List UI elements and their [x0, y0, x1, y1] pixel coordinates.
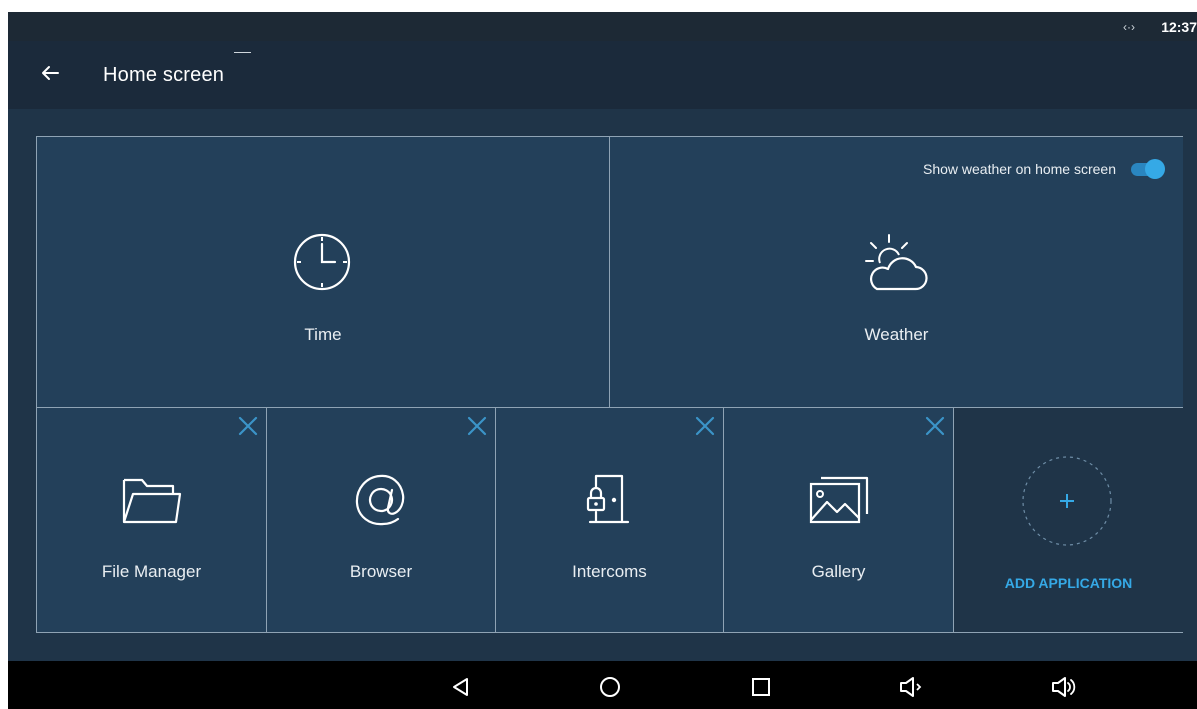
- app-tile-browser[interactable]: Browser: [267, 408, 496, 633]
- add-application-tile[interactable]: ADD APPLICATION: [954, 408, 1183, 633]
- close-icon[interactable]: [694, 415, 716, 437]
- recents-square-icon[interactable]: [748, 674, 774, 700]
- app-bar: Home screen: [8, 41, 1197, 109]
- close-icon[interactable]: [237, 415, 259, 437]
- weather-toggle-row: Show weather on home screen: [923, 159, 1165, 179]
- partly-cloudy-icon: [863, 231, 929, 295]
- page-title: Home screen: [103, 64, 225, 86]
- plus-icon: [1021, 455, 1113, 547]
- switch-knob: [1145, 159, 1165, 179]
- weather-toggle-label: Show weather on home screen: [923, 161, 1116, 177]
- add-application-label: ADD APPLICATION: [1004, 575, 1133, 591]
- app-tile-intercoms[interactable]: Intercoms: [496, 408, 724, 633]
- app-label: Intercoms: [572, 562, 647, 581]
- system-nav-bar: [8, 661, 1197, 709]
- app-label: Gallery: [811, 562, 866, 581]
- time-widget-tile[interactable]: Time: [37, 137, 610, 408]
- weather-toggle-switch[interactable]: [1129, 159, 1165, 179]
- weather-widget-tile[interactable]: Show weather on home screen Weather: [610, 137, 1183, 408]
- folder-icon: [120, 474, 184, 526]
- app-label: File Manager: [101, 562, 202, 581]
- status-clock: 12:37: [1161, 19, 1197, 35]
- title-divider: [234, 52, 251, 53]
- clock-icon: [292, 232, 352, 292]
- widget-grid: Time Show weather on home screen Weather: [36, 136, 1183, 633]
- back-triangle-icon[interactable]: [448, 674, 474, 700]
- home-circle-icon[interactable]: [597, 674, 623, 700]
- network-icon: ‹·›: [1123, 20, 1135, 34]
- door-lock-icon: [584, 472, 634, 528]
- home-screen-editor: Time Show weather on home screen Weather: [8, 109, 1197, 661]
- status-bar: ‹·› 12:37: [8, 12, 1197, 41]
- close-icon[interactable]: [924, 415, 946, 437]
- time-widget-label: Time: [304, 325, 342, 344]
- volume-down-icon[interactable]: [898, 674, 924, 700]
- app-tile-file-manager[interactable]: File Manager: [37, 408, 267, 633]
- weather-widget-label: Weather: [864, 325, 929, 344]
- at-sign-icon: [349, 468, 413, 532]
- app-label: Browser: [349, 562, 413, 581]
- volume-up-icon[interactable]: [1051, 674, 1077, 700]
- close-icon[interactable]: [466, 415, 488, 437]
- app-tile-gallery[interactable]: Gallery: [724, 408, 954, 633]
- gallery-icon: [807, 474, 871, 526]
- arrow-left-icon[interactable]: [38, 61, 62, 85]
